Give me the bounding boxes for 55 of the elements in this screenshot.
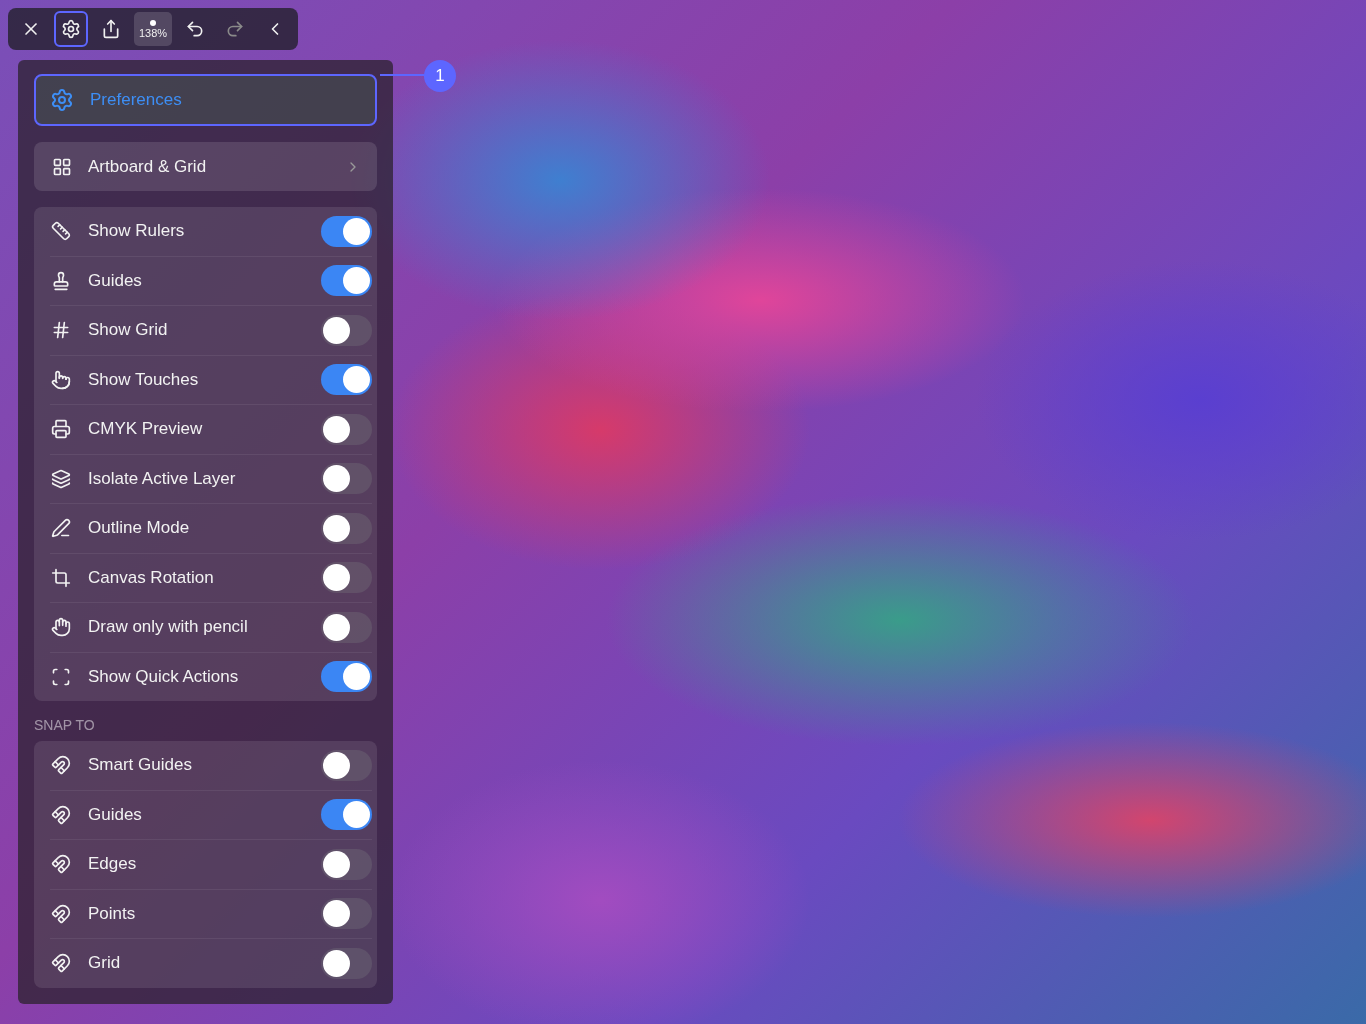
toggle-switch[interactable] <box>321 314 372 346</box>
toggle-switch[interactable] <box>321 512 372 544</box>
share-icon <box>101 19 121 39</box>
callout-badge: 1 <box>424 60 456 92</box>
magnet-icon <box>51 953 71 974</box>
toggle-switch[interactable] <box>321 215 372 247</box>
toggle-switch[interactable] <box>321 661 372 693</box>
section-heading: SNAP TO <box>34 717 96 733</box>
toggle-switch[interactable] <box>321 463 372 495</box>
toggle-switch[interactable] <box>321 947 372 979</box>
gear-icon <box>61 19 81 39</box>
setting-label: Draw only with pencil <box>88 617 249 638</box>
toggle-switch[interactable] <box>321 848 372 880</box>
magnet-icon <box>51 854 71 875</box>
magnet-icon <box>51 903 71 924</box>
toggle-switch[interactable] <box>321 413 372 445</box>
setting-label: Isolate Active Layer <box>88 468 237 489</box>
setting-label: Grid <box>88 953 122 974</box>
artboard-icon <box>52 156 72 177</box>
toggle-switch[interactable] <box>321 799 372 831</box>
setting-label: Outline Mode <box>88 518 191 539</box>
setting-label: Edges <box>88 854 138 875</box>
grid-icon <box>51 320 71 341</box>
artboard-grid-row[interactable]: Artboard & Grid <box>34 142 377 191</box>
toggle-switch[interactable] <box>321 265 372 297</box>
setting-label: Show Grid <box>88 320 169 341</box>
frame-icon <box>51 666 71 687</box>
settings-button[interactable] <box>54 11 88 47</box>
magnet-icon <box>51 804 71 825</box>
setting-label: Guides <box>88 270 143 291</box>
setting-label: Smart Guides <box>88 755 193 776</box>
hand-icon <box>51 617 71 638</box>
redo-icon <box>225 19 246 39</box>
setting-label: Guides <box>88 804 143 825</box>
ruler-icon <box>51 221 71 242</box>
toggle-switch[interactable] <box>321 898 372 930</box>
setting-label: Points <box>88 903 137 924</box>
pointing-hand-icon <box>51 369 71 390</box>
zoom-level-button[interactable]: 138% <box>134 12 173 46</box>
stamp-icon <box>51 270 71 291</box>
printer-icon <box>51 419 71 440</box>
setting-label: CMYK Preview <box>88 419 204 440</box>
toggle-switch[interactable] <box>321 611 372 643</box>
pen-icon <box>51 518 71 539</box>
settings-icon <box>50 88 74 112</box>
magnet-icon <box>51 755 71 776</box>
toggle-switch[interactable] <box>321 749 372 781</box>
setting-label: Show Touches <box>88 369 200 390</box>
toggle-switch[interactable] <box>321 364 372 396</box>
crop-icon <box>51 567 71 588</box>
toggle-switch[interactable] <box>321 562 372 594</box>
layers-icon <box>51 468 71 489</box>
setting-label: Show Quick Actions <box>88 666 240 687</box>
setting-label: Show Rulers <box>88 221 186 242</box>
setting-label: Canvas Rotation <box>88 567 215 588</box>
